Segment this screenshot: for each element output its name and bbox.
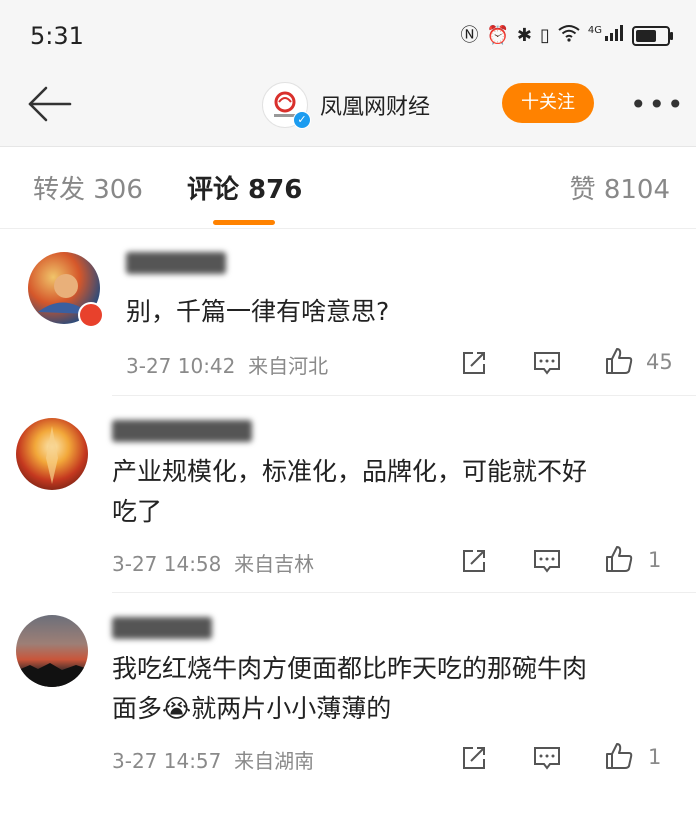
comment-item: 别，千篇一律有啥意思? 3-27 10:42 来自河北 45 [0,230,696,395]
status-bar: 5:31 Ⓝ ⏰ ✱ ▯ 4G [0,0,696,72]
tab-likes[interactable]: 赞 8104 [570,169,670,206]
wifi-icon [558,24,580,47]
status-time: 5:31 [30,22,84,50]
arrow-left-icon [28,86,72,122]
like-count: 45 [646,350,673,374]
account-header[interactable]: ✓ 凤凰网财经 [262,82,430,129]
comment-text-line-1: 我吃红烧牛肉方便面都比昨天吃的那碗牛肉 [112,654,588,683]
comment-text-line-2: 吃了 [112,497,163,526]
comment-meta: 3-27 14:57 来自湖南 [112,749,315,773]
like-icon[interactable] [604,346,634,376]
nfc-icon: Ⓝ [460,24,479,46]
comment-meta: 3-27 14:58 来自吉林 [112,552,315,576]
status-icons: Ⓝ ⏰ ✱ ▯ 4G [460,24,673,47]
battery-icon [632,25,673,46]
tab-reposts[interactable]: 转发 306 [33,169,143,206]
commenter-name[interactable] [126,252,226,274]
share-icon[interactable] [459,348,489,378]
follow-button[interactable]: 十关注 [502,83,594,123]
commenter-name[interactable] [112,617,212,639]
like-icon[interactable] [604,741,634,771]
vibrate-icon: ▯ [539,24,550,46]
commenter-avatar[interactable] [16,418,88,490]
comment-icon[interactable] [532,348,562,378]
comment-icon[interactable] [532,743,562,773]
verified-badge-icon: ✓ [293,111,311,129]
account-avatar[interactable]: ✓ [262,82,311,129]
comment-item: 我吃红烧牛肉方便面都比昨天吃的那碗牛肉 面多😭就两片小小薄薄的 3-27 14:… [0,593,696,793]
more-options-button[interactable]: ••• [630,88,686,121]
commenter-badge-icon [78,302,104,328]
like-count: 1 [648,548,662,572]
comment-meta: 3-27 10:42 来自河北 [126,354,329,378]
nav-bar: ✓ 凤凰网财经 十关注 ••• [0,72,696,146]
active-tab-indicator [213,220,275,225]
comment-icon[interactable] [532,546,562,576]
divider [0,228,696,229]
comment-text-line-2: 面多😭就两片小小薄薄的 [112,694,392,723]
account-name[interactable]: 凤凰网财经 [320,89,430,121]
like-count: 1 [648,745,662,769]
like-icon[interactable] [604,544,634,574]
comment-item: 产业规模化，标准化，品牌化，可能就不好 吃了 3-27 14:58 来自吉林 1 [0,396,696,592]
commenter-avatar[interactable] [16,615,88,687]
share-icon[interactable] [459,546,489,576]
comment-text-line-1: 产业规模化，标准化，品牌化，可能就不好 [112,457,588,486]
network-type: 4G [587,24,602,36]
back-button[interactable] [24,82,74,126]
signal-icon [604,24,624,47]
commenter-name[interactable] [112,420,252,442]
tab-comments[interactable]: 评论 876 [187,169,302,206]
comment-text: 别，千篇一律有啥意思? [126,297,390,326]
alarm-icon: ⏰ [486,24,509,46]
tab-bar: 转发 306 评论 876 赞 8104 [0,147,696,227]
bluetooth-icon: ✱ [516,24,532,46]
share-icon[interactable] [459,743,489,773]
